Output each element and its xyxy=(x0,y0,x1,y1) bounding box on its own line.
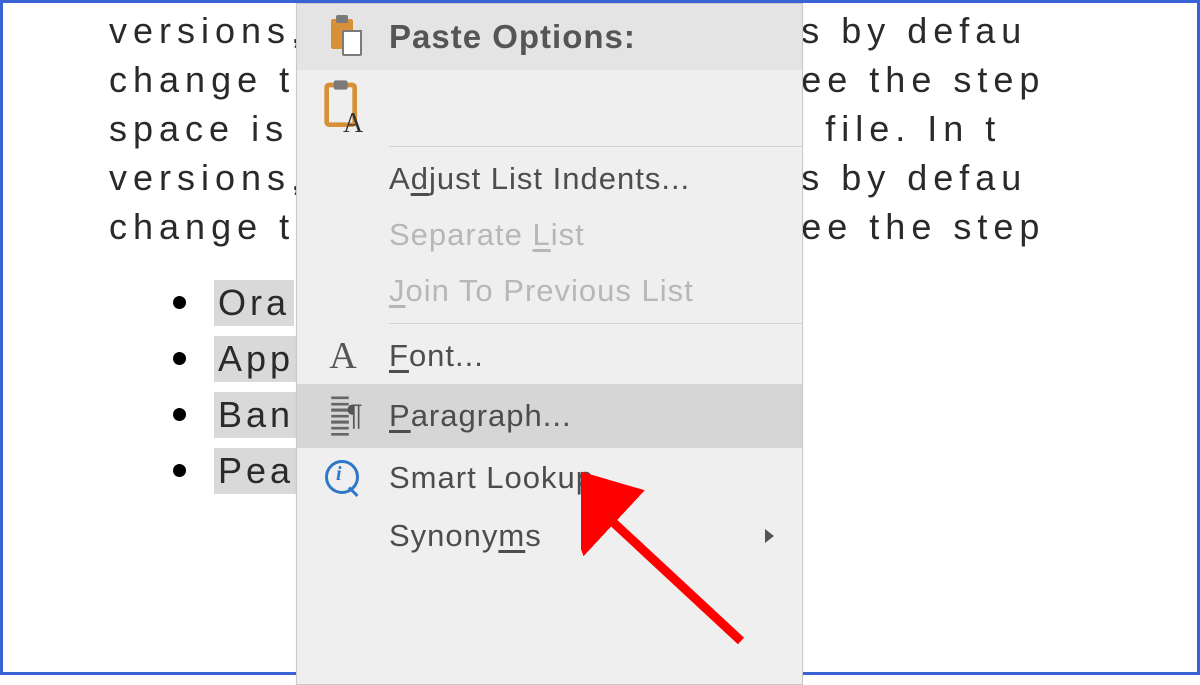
paragraph-menu-item[interactable]: ≡≡≡¶ Paragraph... xyxy=(297,384,802,448)
paragraph-icon: ≡≡≡¶ xyxy=(297,398,389,435)
paste-keep-text-only[interactable]: A xyxy=(297,70,802,142)
adjust-list-indents-menu-item[interactable]: Adjust List Indents... xyxy=(297,151,802,207)
menu-separator xyxy=(389,323,802,324)
menu-label: Smart Lookup xyxy=(389,460,782,496)
clipboard-icon xyxy=(297,13,389,61)
menu-label: Paragraph... xyxy=(389,398,782,434)
synonyms-menu-item[interactable]: Synonyms xyxy=(297,508,802,564)
paste-options-label: Paste Options: xyxy=(389,18,782,56)
menu-separator xyxy=(389,146,802,147)
menu-label: Adjust List Indents... xyxy=(389,161,782,197)
font-icon: A xyxy=(297,334,389,378)
join-to-previous-list-menu-item: Join To Previous List xyxy=(297,263,802,319)
menu-label: Font... xyxy=(389,338,782,374)
clipboard-keep-text-icon: A xyxy=(297,78,389,134)
menu-label: Separate List xyxy=(389,217,782,253)
menu-label: Join To Previous List xyxy=(389,273,782,309)
context-menu: Paste Options: A Adjust List Indents... … xyxy=(296,3,803,685)
smart-lookup-menu-item[interactable]: i Smart Lookup xyxy=(297,448,802,508)
separate-list-menu-item: Separate List xyxy=(297,207,802,263)
submenu-arrow-icon xyxy=(765,529,774,543)
smart-lookup-icon: i xyxy=(297,458,389,498)
menu-label: Synonyms xyxy=(389,518,765,554)
font-menu-item[interactable]: A Font... xyxy=(297,328,802,384)
paste-options-header: Paste Options: xyxy=(297,4,802,70)
